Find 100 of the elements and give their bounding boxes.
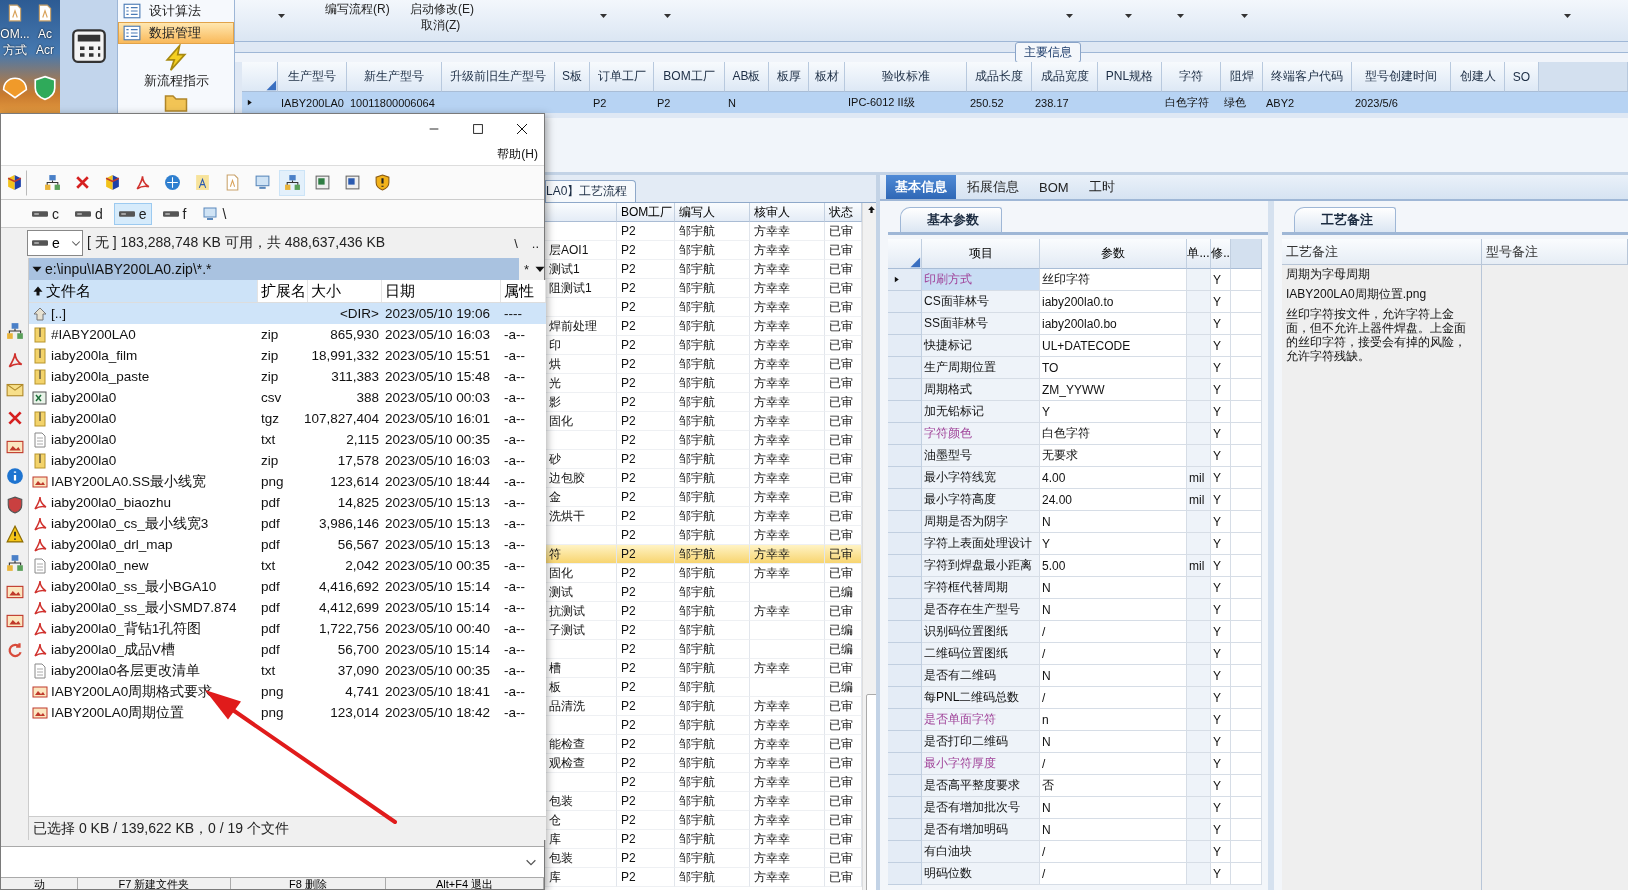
- column-header[interactable]: SO: [1505, 62, 1539, 92]
- drive-button[interactable]: f: [157, 202, 192, 225]
- column-header[interactable]: BOM工厂: [617, 203, 675, 222]
- table-row[interactable]: P2 邹宇航 方幸幸 已审: [545, 773, 862, 792]
- table-row[interactable]: 子测试 P2 邹宇航 已编: [545, 621, 862, 640]
- column-header[interactable]: 订单工厂: [590, 62, 654, 92]
- table-row[interactable]: P2 邹宇航 方幸幸 已审: [545, 222, 862, 241]
- column-header[interactable]: 属性: [501, 280, 546, 302]
- function-key-button[interactable]: Alt+F4 退出: [386, 878, 544, 889]
- column-header[interactable]: 参数: [1040, 239, 1187, 269]
- column-header[interactable]: 成品长度: [967, 62, 1032, 92]
- drive-button[interactable]: e: [113, 202, 152, 225]
- table-row[interactable]: 板 P2 邹宇航 已编: [545, 678, 862, 697]
- tab[interactable]: 拓展信息: [958, 175, 1028, 199]
- tab[interactable]: 基本信息: [886, 175, 956, 199]
- column-header[interactable]: 新生产型号: [347, 62, 442, 92]
- table-row[interactable]: 层AOI1 P2 邹宇航 方幸幸 已审: [545, 241, 862, 260]
- table-row[interactable]: 测试 P2 邹宇航 已编: [545, 583, 862, 602]
- column-header[interactable]: 项目: [922, 239, 1040, 269]
- table-row[interactable]: 砂 P2 邹宇航 方幸幸 已审: [545, 450, 862, 469]
- drive-button[interactable]: \: [197, 202, 232, 225]
- table-row[interactable]: 包装 P2 邹宇航 方幸幸 已审: [545, 849, 862, 868]
- table-row[interactable]: 观检查 P2 邹宇航 方幸幸 已审: [545, 754, 862, 773]
- path-button[interactable]: ..: [526, 235, 544, 251]
- table-row[interactable]: 符 P2 邹宇航 方幸幸 已审: [545, 545, 862, 564]
- function-key-button[interactable]: F7 新建文件夹: [78, 878, 231, 889]
- column-header[interactable]: 升级前旧生产型号: [442, 62, 555, 92]
- filter-button[interactable]: *: [518, 261, 534, 277]
- column-header[interactable]: 生产型号: [278, 62, 347, 92]
- file-row[interactable]: [..] <DIR> 2023/05/10 19:06 ----: [29, 303, 546, 324]
- tab[interactable]: BOM: [1030, 175, 1078, 199]
- column-header[interactable]: 型号创建时间: [1352, 62, 1451, 92]
- column-header[interactable]: 板材: [809, 62, 845, 92]
- table-row[interactable]: P2 邹宇航 方幸幸 已审: [545, 431, 862, 450]
- table-row[interactable]: 仓 P2 邹宇航 方幸幸 已审: [545, 811, 862, 830]
- column-header[interactable]: 编写人: [675, 203, 750, 222]
- table-row[interactable]: P2 邹宇航 方幸幸 已审: [545, 716, 862, 735]
- table-row[interactable]: 阻测试1 P2 邹宇航 方幸幸 已审: [545, 279, 862, 298]
- column-header[interactable]: 阻焊: [1221, 62, 1263, 92]
- table-row[interactable]: 影 P2 邹宇航 方幸幸 已审: [545, 393, 862, 412]
- column-header[interactable]: 型号备注: [1482, 239, 1628, 265]
- function-key-button[interactable]: F8 删除: [231, 878, 386, 889]
- column-header[interactable]: 状态: [825, 203, 862, 222]
- process-tab[interactable]: LA0】工艺流程: [545, 180, 637, 202]
- table-row[interactable]: 抗测试 P2 邹宇航 方幸幸 已审: [545, 602, 862, 621]
- table-row[interactable]: 焊前处理 P2 邹宇航 方幸幸 已审: [545, 317, 862, 336]
- sub-tab[interactable]: 工艺备注: [1294, 207, 1396, 232]
- nav-item[interactable]: 数据管理: [118, 22, 234, 44]
- column-header[interactable]: 大小: [308, 280, 382, 302]
- drive-select[interactable]: e: [27, 230, 83, 256]
- ribbon-command[interactable]: 取消(Z): [421, 17, 461, 34]
- table-cell: P2: [590, 92, 654, 113]
- column-header[interactable]: 字符: [1162, 62, 1221, 92]
- table-row[interactable]: 品清洗 P2 邹宇航 方幸幸 已审: [545, 697, 862, 716]
- column-header[interactable]: 工艺备注: [1282, 239, 1482, 265]
- table-row[interactable]: 包装 P2 邹宇航 方幸幸 已审: [545, 792, 862, 811]
- table-row[interactable]: 槽 P2 邹宇航 方幸幸 已审: [545, 659, 862, 678]
- column-header[interactable]: 文件名: [29, 280, 258, 302]
- ribbon-command[interactable]: 启动修改(E): [410, 1, 474, 18]
- column-header[interactable]: 板厚: [769, 62, 809, 92]
- tab[interactable]: 工时: [1079, 175, 1124, 199]
- column-header[interactable]: 成品宽度: [1032, 62, 1098, 92]
- column-header[interactable]: 创建人: [1451, 62, 1505, 92]
- column-header[interactable]: 修..: [1211, 239, 1231, 269]
- column-header[interactable]: PNL规格: [1098, 62, 1162, 92]
- table-row[interactable]: P2 邹宇航 方幸幸 已审: [545, 526, 862, 545]
- drive-button[interactable]: c: [27, 202, 64, 225]
- column-header[interactable]: BOM工厂: [654, 62, 725, 92]
- table-cell: Y: [1211, 555, 1231, 577]
- table-row[interactable]: 洗烘干 P2 邹宇航 方幸幸 已审: [545, 507, 862, 526]
- menu-item[interactable]: 帮助(H): [497, 146, 538, 163]
- nav-item[interactable]: 设计算法: [118, 0, 234, 22]
- table-row[interactable]: 边包胶 P2 邹宇航 方幸幸 已审: [545, 469, 862, 488]
- table-row[interactable]: 固化 P2 邹宇航 方幸幸 已审: [545, 412, 862, 431]
- table-row[interactable]: 烘 P2 邹宇航 方幸幸 已审: [545, 355, 862, 374]
- table-row[interactable]: P2 邹宇航 方幸幸 已审: [545, 298, 862, 317]
- table-row[interactable]: P2 邹宇航 已编: [545, 640, 862, 659]
- column-header[interactable]: 验收标准: [845, 62, 967, 92]
- group-title: 主要信息: [1015, 41, 1081, 63]
- path-bar[interactable]: e:\inpu\IABY200LA0.zip\*.*: [29, 258, 519, 280]
- column-header[interactable]: 终端客户代码: [1263, 62, 1352, 92]
- path-button[interactable]: \: [509, 235, 523, 251]
- table-row[interactable]: 金 P2 邹宇航 方幸幸 已审: [545, 488, 862, 507]
- column-header[interactable]: AB板: [725, 62, 769, 92]
- nav-button[interactable]: 新流程指示: [118, 44, 234, 90]
- table-row[interactable]: 库 P2 邹宇航 方幸幸 已审: [545, 830, 862, 849]
- table-cell: CS面菲林号: [922, 291, 1040, 313]
- table-row[interactable]: 光 P2 邹宇航 方幸幸 已审: [545, 374, 862, 393]
- ribbon-command[interactable]: 编写流程(R): [325, 1, 390, 18]
- drive-button[interactable]: d: [70, 202, 108, 225]
- column-header[interactable]: 核审人: [750, 203, 825, 222]
- column-header[interactable]: 单...: [1187, 239, 1211, 269]
- table-row[interactable]: 固化 P2 邹宇航 方幸幸 已审: [545, 564, 862, 583]
- column-header[interactable]: S板: [555, 62, 590, 92]
- table-row[interactable]: 测试1 P2 邹宇航 方幸幸 已审: [545, 260, 862, 279]
- function-key-button[interactable]: 动: [1, 878, 78, 889]
- table-row[interactable]: 能检查 P2 邹宇航 方幸幸 已审: [545, 735, 862, 754]
- table-row[interactable]: 库 P2 邹宇航 方幸幸 已审: [545, 868, 862, 887]
- sub-tab[interactable]: 基本参数: [900, 207, 1002, 232]
- table-row[interactable]: 印 P2 邹宇航 方幸幸 已审: [545, 336, 862, 355]
